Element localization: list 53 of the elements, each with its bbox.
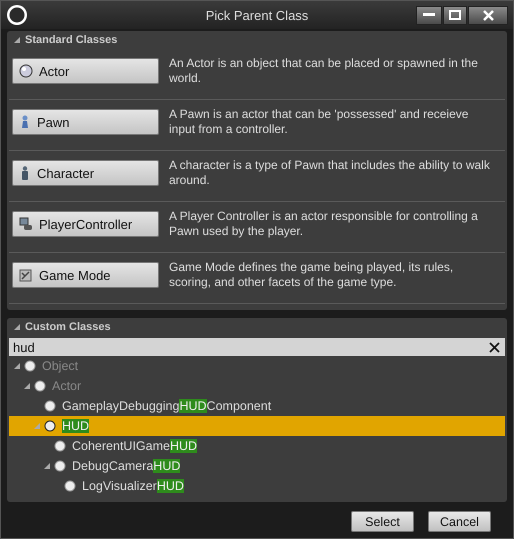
expand-arrow-icon[interactable]: [23, 382, 31, 390]
class-icon: [54, 460, 66, 472]
class-button[interactable]: Character: [12, 160, 159, 186]
class-icon: [64, 480, 76, 492]
class-icon: [44, 400, 56, 412]
collapse-arrow-icon[interactable]: [13, 36, 21, 44]
class-button[interactable]: Pawn: [12, 109, 159, 135]
tree-row[interactable]: LogVisualizerHUD: [9, 476, 505, 496]
cancel-button[interactable]: Cancel: [428, 511, 491, 532]
class-description: A Player Controller is an actor responsible for controlling a Pawn used by the player.: [169, 209, 479, 239]
class-description: A character is a type of Pawn that includes the ability to walk around.: [169, 158, 491, 188]
class-name: DebugCameraHUD: [72, 459, 180, 473]
maximize-icon: [449, 10, 461, 20]
close-icon: [482, 10, 494, 20]
pawn-icon: [19, 115, 31, 129]
class-name: LogVisualizerHUD: [82, 479, 184, 493]
minimize-button[interactable]: [416, 6, 442, 24]
tree-row[interactable]: GameplayDebuggingHUDComponent: [9, 396, 505, 416]
window-title: Pick Parent Class: [204, 8, 310, 22]
class-name: GameplayDebuggingHUDComponent: [62, 399, 272, 413]
maximize-button[interactable]: [443, 6, 467, 24]
class-name: CoherentUIGameHUD: [72, 439, 198, 453]
tree-row[interactable]: DebugCameraHUD: [9, 456, 505, 476]
class-icon: [54, 440, 66, 452]
expand-arrow-icon[interactable]: [13, 362, 21, 370]
class-button[interactable]: Game Mode: [12, 262, 159, 288]
class-description: Game Mode defines the game being played, its rules, scoring, and other facets of the game type.: [169, 260, 454, 290]
sphere-icon: [19, 64, 33, 78]
class-name: Object: [42, 359, 78, 373]
close-button[interactable]: [468, 6, 508, 24]
search-field[interactable]: hud: [9, 338, 505, 356]
tree-row[interactable]: CoherentUIGameHUD: [9, 436, 505, 456]
figure-icon: [19, 166, 31, 180]
tree-row[interactable]: HUD: [9, 416, 505, 436]
class-icon: [34, 380, 46, 392]
section-title: Custom Classes: [25, 321, 111, 333]
class-button[interactable]: Actor: [12, 58, 159, 84]
select-button[interactable]: Select: [351, 511, 414, 532]
class-description: An Actor is an object that can be placed or spawned in the world.: [169, 56, 479, 86]
controller-icon: [19, 217, 33, 231]
clear-icon[interactable]: [489, 342, 500, 353]
class-description: A Pawn is an actor that can be 'possessed' and receieve input from a controller.: [169, 107, 470, 137]
class-icon: [44, 420, 56, 432]
minimize-icon: [423, 13, 435, 17]
logo-icon: [6, 4, 28, 26]
class-name: HUD: [62, 419, 90, 433]
collapse-arrow-icon[interactable]: [13, 323, 21, 331]
class-icon: [24, 360, 36, 372]
expand-arrow-icon[interactable]: [43, 462, 51, 470]
class-name: Actor: [52, 379, 82, 393]
class-button[interactable]: PlayerController: [12, 211, 159, 237]
section-title: Standard Classes: [25, 34, 118, 46]
game-mode-icon: [19, 268, 33, 282]
